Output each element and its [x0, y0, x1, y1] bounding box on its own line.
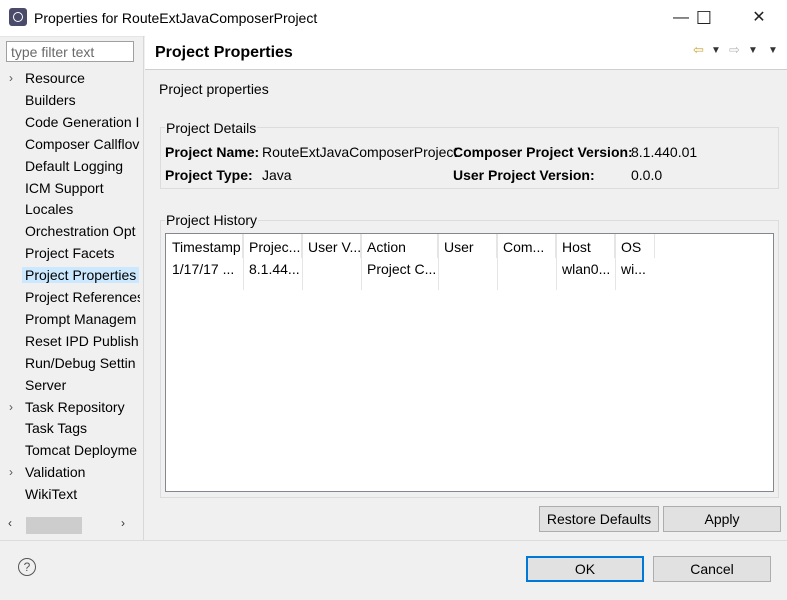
table-cell: 8.1.44...: [249, 261, 300, 277]
tree-item[interactable]: Composer Callflov: [0, 134, 140, 156]
back-arrow-icon[interactable]: ⇦: [693, 42, 704, 58]
tree-item-label: Reset IPD Publish: [25, 332, 139, 349]
column-header[interactable]: User: [438, 234, 497, 258]
tree-item-label: Builders: [25, 91, 76, 108]
scrollbar-thumb[interactable]: [26, 517, 82, 534]
tree-item[interactable]: Task Tags: [0, 418, 140, 440]
tree-item-label: Validation: [25, 464, 86, 481]
composer-version-value: 8.1.440.01: [631, 144, 698, 160]
user-version-value: 0.0.0: [631, 167, 663, 183]
user-version-label: User Project Version:: [453, 167, 595, 183]
tree-item[interactable]: › Validation: [0, 462, 140, 484]
table-cell: 1/17/17 ...: [172, 261, 235, 277]
tree-item[interactable]: Builders: [0, 90, 140, 112]
table-cell: [497, 261, 556, 283]
back-menu-icon[interactable]: ▼: [711, 45, 721, 56]
chevron-right-icon[interactable]: ›: [9, 465, 13, 479]
tree-item-label: Tomcat Deployme: [25, 442, 138, 459]
tree-item[interactable]: Prompt Managem: [0, 309, 140, 331]
forward-arrow-icon[interactable]: ⇨: [729, 42, 740, 58]
tree-item-label: Project Properties: [22, 267, 140, 284]
ok-button[interactable]: OK: [526, 556, 644, 582]
tree-item-label: Resource: [25, 70, 85, 86]
tree-item[interactable]: Server: [0, 375, 140, 397]
column-header[interactable]: User V...: [302, 234, 361, 258]
help-icon[interactable]: ?: [18, 558, 36, 576]
table-cell: Project C...: [367, 261, 437, 277]
tree-item[interactable]: Project Properties: [0, 265, 140, 287]
tree-item-label: Server: [25, 376, 67, 393]
column-header[interactable]: Projec...: [243, 234, 302, 258]
tree-item[interactable]: Project References: [0, 287, 140, 309]
maximize-button[interactable]: ☐: [684, 4, 724, 32]
close-button[interactable]: ✕: [739, 4, 779, 32]
column-header[interactable]: Com...: [497, 234, 556, 258]
project-name-value: RouteExtJavaComposerProject: [262, 144, 458, 160]
column-header[interactable]: Host: [556, 234, 615, 258]
tree-item-label: Project References: [25, 289, 140, 305]
tree-item-label: Project Facets: [25, 245, 115, 262]
filter-input[interactable]: [6, 41, 134, 62]
column-header[interactable]: Action: [361, 234, 438, 258]
property-tree: › Resource Builders Code Generation I Compos…: [0, 68, 140, 508]
tree-item-label: Orchestration Opt: [25, 223, 136, 240]
project-details-title: Project Details: [165, 120, 258, 136]
tree-item-label: Run/Debug Settin: [25, 354, 136, 371]
panel-divider: [143, 36, 144, 540]
app-icon: [9, 8, 27, 26]
cancel-button[interactable]: Cancel: [653, 556, 771, 582]
page-title: Project Properties: [155, 44, 293, 61]
tree-item-label: ICM Support: [25, 179, 104, 196]
chevron-right-icon[interactable]: ›: [9, 400, 13, 414]
tree-item-label: Default Logging: [25, 157, 124, 174]
scroll-left-icon[interactable]: ‹: [8, 516, 12, 530]
table-cell: wlan0...: [562, 261, 611, 277]
tree-item-label: Locales: [25, 201, 74, 218]
table-cell: wi...: [621, 261, 646, 277]
footer-divider: [0, 540, 787, 541]
window-title: Properties for RouteExtJavaComposerProje…: [34, 10, 318, 26]
column-header[interactable]: Timestamp: [166, 234, 243, 258]
chevron-right-icon[interactable]: ›: [9, 71, 13, 85]
column-header[interactable]: OS: [615, 234, 655, 258]
tree-item-label: Task Repository: [25, 398, 125, 415]
composer-version-label: Composer Project Version:: [453, 144, 633, 160]
tree-item-label: Composer Callflov: [25, 135, 140, 152]
tree-item[interactable]: Project Facets: [0, 243, 140, 265]
project-history-title: Project History: [165, 212, 259, 228]
history-table[interactable]: Timestamp Projec... User V... Action User Com…: [165, 233, 774, 492]
tree-item-label: Code Generation I: [25, 113, 140, 130]
tree-item-label: WikiText: [25, 486, 78, 503]
restore-defaults-button[interactable]: Restore Defaults: [539, 506, 659, 532]
tree-item[interactable]: Tomcat Deployme: [0, 440, 140, 462]
tree-item[interactable]: Locales: [0, 199, 140, 221]
tree-item-label: Task Tags: [25, 420, 87, 437]
view-menu-icon[interactable]: ▼: [768, 45, 778, 56]
project-type-label: Project Type:: [165, 167, 253, 183]
table-cell: [302, 261, 361, 283]
tree-item[interactable]: › Resource: [0, 68, 140, 90]
tree-item[interactable]: Code Generation I: [0, 112, 140, 134]
page-description: Project properties: [159, 81, 269, 97]
tree-item[interactable]: WikiText: [0, 484, 140, 506]
tree-item[interactable]: Orchestration Opt: [0, 221, 140, 243]
project-type-value: Java: [262, 167, 292, 183]
tree-item[interactable]: ICM Support: [0, 178, 140, 200]
scroll-right-icon[interactable]: ›: [121, 516, 125, 530]
project-name-label: Project Name:: [165, 144, 260, 160]
tree-item[interactable]: Reset IPD Publish: [0, 331, 140, 353]
tree-item[interactable]: Run/Debug Settin: [0, 353, 140, 375]
table-cell: [438, 261, 497, 283]
tree-item-label: Prompt Managem: [25, 310, 137, 327]
tree-item[interactable]: Default Logging: [0, 156, 140, 178]
tree-item[interactable]: › Task Repository: [0, 397, 140, 419]
forward-menu-icon[interactable]: ▼: [748, 45, 758, 56]
apply-button[interactable]: Apply: [663, 506, 781, 532]
